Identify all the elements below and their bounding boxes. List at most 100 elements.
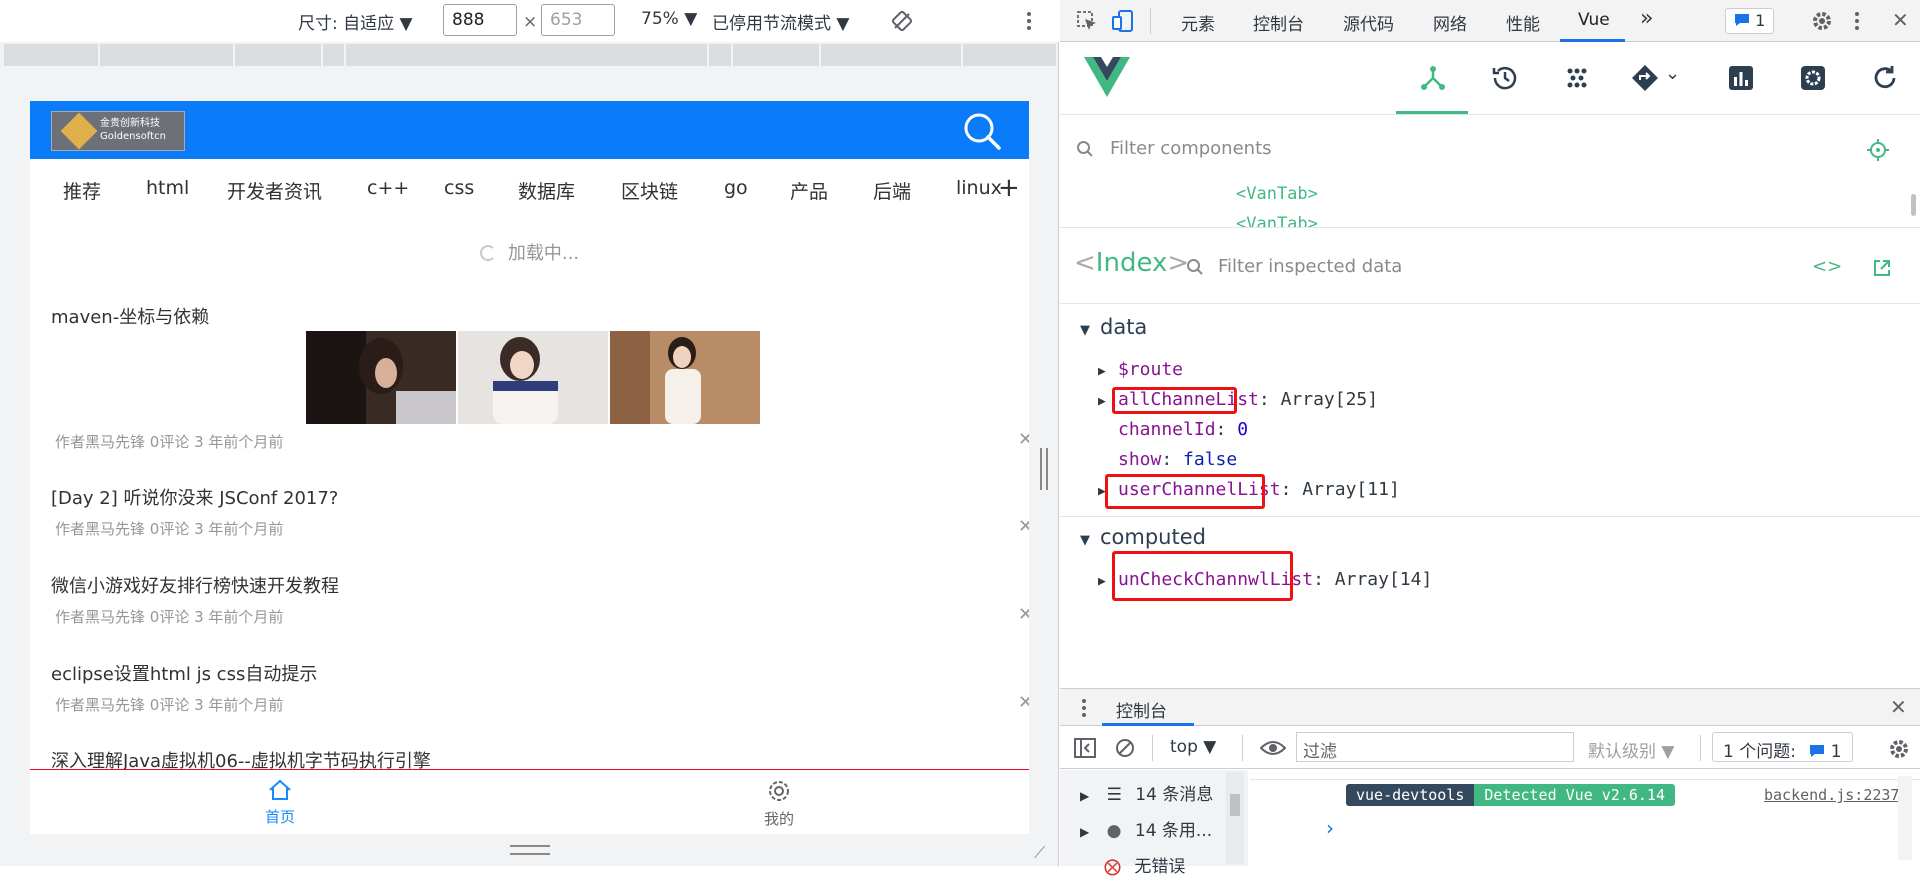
drawer-menu-icon[interactable] bbox=[1080, 697, 1088, 719]
filter-inspected-input[interactable]: Filter inspected data bbox=[1218, 256, 1402, 277]
context-selector[interactable]: top ▼ bbox=[1170, 737, 1216, 757]
tab-performance[interactable]: 性能 bbox=[1506, 10, 1540, 35]
tab-vue[interactable]: Vue bbox=[1578, 10, 1610, 30]
settings-icon bbox=[769, 781, 789, 801]
log-level-dropdown[interactable]: 默认级别 ▼ bbox=[1588, 737, 1674, 762]
vue-devtools-badge: vue-devtools bbox=[1346, 784, 1475, 806]
close-drawer-icon[interactable]: ✕ bbox=[1890, 695, 1907, 719]
channel-tab[interactable]: html bbox=[146, 177, 189, 199]
resize-handle-bottom[interactable] bbox=[510, 845, 550, 855]
resize-handle-right[interactable] bbox=[1040, 448, 1048, 490]
article-meta: 作者黑马先锋 0评论 3 年前个月前 bbox=[55, 694, 283, 715]
message-icon bbox=[1810, 745, 1825, 757]
tab-network[interactable]: 网络 bbox=[1433, 10, 1467, 35]
article-time: 3 年前个月前 bbox=[194, 608, 284, 626]
dimensions-dropdown[interactable]: 尺寸: 自适应 ▼ bbox=[298, 9, 413, 34]
article-item[interactable]: eclipse设置html js css自动提示 作者黑马先锋 0评论 3 年前… bbox=[51, 660, 1029, 714]
source-link[interactable]: backend.js:2237 bbox=[1764, 786, 1899, 804]
console-filter-input[interactable]: 过滤 bbox=[1296, 732, 1574, 762]
sidebar-item-messages[interactable]: ▶ ☰ 14 条消息 bbox=[1080, 780, 1213, 805]
search-icon[interactable] bbox=[962, 111, 1002, 151]
sidebar-toggle-icon[interactable] bbox=[1074, 738, 1096, 758]
eye-icon[interactable] bbox=[1260, 738, 1286, 758]
performance-icon[interactable] bbox=[1726, 63, 1756, 93]
vuex-icon[interactable] bbox=[1562, 63, 1592, 93]
clear-console-icon[interactable] bbox=[1115, 738, 1135, 758]
article-title: 微信小游戏好友排行榜快速开发教程 bbox=[51, 576, 339, 597]
devtools-menu-icon[interactable] bbox=[1853, 10, 1861, 32]
article-item[interactable]: maven-坐标与依赖 作者黑马先锋 0评论 3 年前个月前 ✕ bbox=[51, 303, 1029, 451]
console-prompt[interactable]: › bbox=[1326, 816, 1334, 840]
width-input[interactable]: 888 bbox=[443, 4, 517, 36]
chevron-down-icon[interactable]: ⌄ bbox=[1665, 63, 1680, 84]
add-channel-icon[interactable]: + bbox=[998, 173, 1020, 203]
console-issues-button[interactable]: 1 个问题: 1 bbox=[1712, 732, 1853, 762]
console-settings-icon[interactable] bbox=[1888, 738, 1910, 760]
vue-devtools-toolbar: ⌄ bbox=[1060, 43, 1920, 115]
article-time: 3 年前个月前 bbox=[194, 696, 284, 714]
close-icon[interactable]: ✕ bbox=[1018, 692, 1029, 713]
computed-section-header[interactable]: ▼ computed bbox=[1080, 525, 1206, 549]
channel-tab[interactable]: 开发者资讯 bbox=[227, 177, 322, 204]
close-icon[interactable]: ✕ bbox=[1018, 516, 1029, 537]
article-comments: 0评论 bbox=[149, 608, 190, 626]
article-meta: 作者黑马先锋 0评论 3 年前个月前 bbox=[55, 606, 283, 627]
close-icon[interactable]: ✕ bbox=[1018, 429, 1029, 450]
tab-sources[interactable]: 源代码 bbox=[1343, 10, 1394, 35]
throttle-dropdown[interactable]: 已停用节流模式 ▼ bbox=[712, 9, 849, 34]
error-icon: ⨂ bbox=[1104, 857, 1121, 877]
rotate-icon[interactable] bbox=[891, 10, 913, 32]
thumbnail-image bbox=[610, 331, 760, 424]
search-icon bbox=[1187, 259, 1203, 275]
tab-mine[interactable]: 我的 bbox=[739, 778, 819, 829]
tab-home[interactable]: 首页 bbox=[240, 778, 320, 827]
channel-tab[interactable]: 数据库 bbox=[518, 177, 575, 204]
channel-tab[interactable]: css bbox=[444, 177, 474, 199]
channel-tab[interactable]: linux bbox=[956, 177, 1002, 199]
channel-tab[interactable]: 推荐 bbox=[63, 177, 101, 204]
gear-icon[interactable] bbox=[1811, 10, 1833, 32]
console-sidebar: ▶ ☰ 14 条消息 ▶ ● 14 条用... ⨂ 无错误 bbox=[1060, 770, 1248, 877]
article-item[interactable]: 微信小游戏好友排行榜快速开发教程 作者黑马先锋 0评论 3 年前个月前 ✕ bbox=[51, 572, 1029, 626]
tree-scrollbar[interactable] bbox=[1911, 194, 1916, 216]
console-drawer-tab[interactable]: 控制台 bbox=[1116, 697, 1167, 722]
resize-handle-corner[interactable]: ⟋ bbox=[1034, 843, 1054, 863]
tree-node[interactable]: <VanTab> bbox=[1236, 184, 1318, 204]
height-input[interactable]: 653 bbox=[541, 4, 615, 36]
sidebar-item-user-messages[interactable]: ▶ ● 14 条用... bbox=[1080, 816, 1212, 841]
refresh-icon[interactable] bbox=[1870, 63, 1900, 93]
channel-tab[interactable]: go bbox=[724, 177, 748, 199]
settings-gear-icon[interactable] bbox=[1798, 63, 1828, 93]
close-icon[interactable]: ✕ bbox=[1018, 604, 1029, 625]
channel-tab[interactable]: 产品 bbox=[790, 177, 828, 204]
router-icon[interactable] bbox=[1630, 63, 1660, 93]
open-in-editor-icon[interactable] bbox=[1872, 258, 1892, 278]
code-icon[interactable]: <> bbox=[1812, 256, 1842, 277]
channel-tab[interactable]: 后端 bbox=[873, 177, 911, 204]
filter-components-input[interactable]: Filter components bbox=[1110, 138, 1272, 159]
tab-elements[interactable]: 元素 bbox=[1181, 10, 1215, 35]
sidebar-item-errors[interactable]: ⨂ 无错误 bbox=[1080, 852, 1185, 877]
channel-tabs: 推荐 html 开发者资讯 c++ css 数据库 区块链 go 产品 后端 l… bbox=[30, 159, 1029, 215]
zoom-dropdown[interactable]: 75% ▼ bbox=[641, 9, 697, 29]
channel-tab[interactable]: 区块链 bbox=[621, 177, 678, 204]
issues-button[interactable]: 1 bbox=[1725, 8, 1775, 34]
target-icon[interactable] bbox=[1866, 138, 1890, 162]
close-devtools-icon[interactable]: ✕ bbox=[1892, 8, 1909, 32]
tab-console[interactable]: 控制台 bbox=[1253, 10, 1304, 35]
data-section-header[interactable]: ▼ data bbox=[1080, 315, 1147, 339]
article-title: eclipse设置html js css自动提示 bbox=[51, 664, 318, 685]
tree-node[interactable]: <VanTab> bbox=[1236, 214, 1318, 227]
components-tab-icon[interactable] bbox=[1418, 63, 1448, 93]
history-icon[interactable] bbox=[1490, 63, 1520, 93]
device-toggle-icon[interactable] bbox=[1111, 9, 1135, 33]
prop-route[interactable]: ▶ $route bbox=[1098, 359, 1183, 380]
more-tabs-icon[interactable]: » bbox=[1640, 6, 1653, 31]
media-query-ruler[interactable] bbox=[4, 44, 1056, 66]
search-icon bbox=[1077, 141, 1093, 157]
article-item[interactable]: [Day 2] 听说你没来 JSConf 2017? 作者黑马先锋 0评论 3 … bbox=[51, 484, 1029, 538]
more-options-icon[interactable] bbox=[1025, 10, 1033, 32]
logo-text-cn: 金贵创新科技 bbox=[100, 118, 160, 129]
inspect-element-icon[interactable] bbox=[1076, 10, 1098, 32]
channel-tab[interactable]: c++ bbox=[367, 177, 409, 199]
